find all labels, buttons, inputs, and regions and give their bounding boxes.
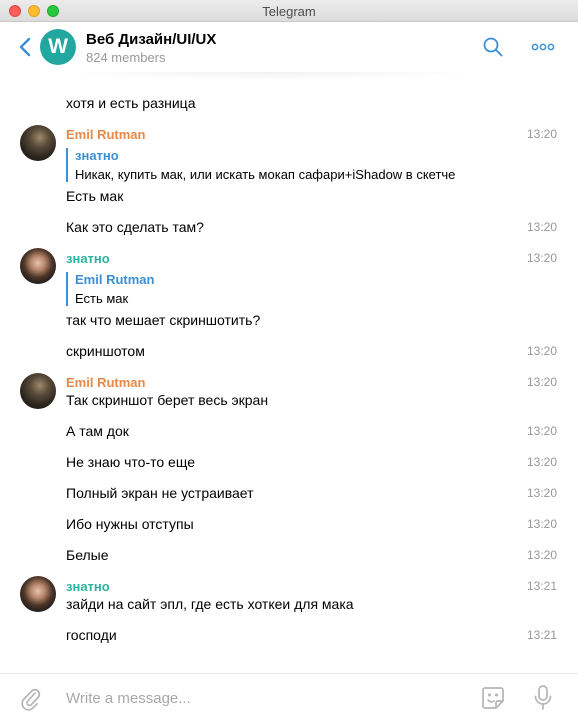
search-icon[interactable] bbox=[482, 36, 504, 58]
message-time: 13:20 bbox=[526, 517, 557, 531]
group-avatar[interactable]: W bbox=[40, 29, 76, 65]
sticker-icon[interactable] bbox=[480, 685, 506, 711]
window-title: Telegram bbox=[262, 4, 316, 19]
message-sender[interactable]: Emil Rutman bbox=[66, 127, 145, 142]
message-input[interactable] bbox=[66, 686, 456, 710]
message-sender[interactable]: знатно bbox=[66, 251, 110, 266]
message-time: 13:20 bbox=[526, 220, 557, 234]
avatar[interactable] bbox=[20, 576, 56, 612]
header-shadow bbox=[60, 72, 480, 80]
window-titlebar: Telegram bbox=[0, 0, 578, 22]
message-time: 13:20 bbox=[526, 251, 557, 265]
message-list[interactable]: хотя и есть разница Emil Rutman 13:20 зн… bbox=[0, 80, 578, 673]
member-count: 824 members bbox=[86, 50, 166, 65]
quote-text: Никак, купить мак, или искать мокап сафа… bbox=[75, 167, 456, 182]
reply-quote[interactable]: Emil Rutman Есть мак bbox=[66, 272, 154, 306]
message-text[interactable]: скриншотом bbox=[66, 343, 145, 359]
message-time: 13:20 bbox=[526, 424, 557, 438]
message-text[interactable]: Как это сделать там? bbox=[66, 219, 204, 235]
avatar[interactable] bbox=[20, 248, 56, 284]
message-text[interactable]: Ибо нужны отступы bbox=[66, 516, 194, 532]
avatar[interactable] bbox=[20, 125, 56, 161]
quote-author: знатно bbox=[75, 148, 119, 163]
message-text[interactable]: Не знаю что-то еще bbox=[66, 454, 195, 470]
message-text[interactable]: Так скриншот берет весь экран bbox=[66, 392, 268, 408]
quote-text: Есть мак bbox=[75, 291, 129, 306]
avatar[interactable] bbox=[20, 373, 56, 409]
message-time: 13:20 bbox=[526, 486, 557, 500]
more-dots-icon[interactable] bbox=[531, 36, 555, 58]
quote-author: Emil Rutman bbox=[75, 272, 155, 287]
message-text[interactable]: Белые bbox=[66, 547, 109, 563]
message-time: 13:21 bbox=[526, 628, 557, 642]
message-time: 13:20 bbox=[526, 375, 557, 389]
chat-header: W Веб Дизайн/UI/UX 824 members bbox=[0, 22, 578, 72]
chat-title[interactable]: Веб Дизайн/UI/UX bbox=[86, 31, 216, 48]
message-sender[interactable]: Emil Rutman bbox=[66, 375, 145, 390]
chevron-left-icon[interactable] bbox=[16, 36, 36, 58]
message-text[interactable]: зайди на сайт эпл, где есть хоткеи для м… bbox=[66, 596, 354, 612]
message-composer bbox=[0, 673, 578, 722]
message-time: 13:20 bbox=[526, 548, 557, 562]
message-text[interactable]: Полный экран не устраивает bbox=[66, 485, 254, 501]
message-time: 13:20 bbox=[526, 344, 557, 358]
message-sender[interactable]: знатно bbox=[66, 579, 110, 594]
message-time: 13:20 bbox=[526, 455, 557, 469]
microphone-icon[interactable] bbox=[532, 684, 554, 712]
message-time: 13:20 bbox=[526, 127, 557, 141]
paperclip-icon[interactable] bbox=[18, 685, 42, 711]
message-text[interactable]: так что мешает скриншотить? bbox=[66, 312, 260, 328]
message-text[interactable]: хотя и есть разница bbox=[66, 95, 196, 111]
message-time: 13:21 bbox=[526, 579, 557, 593]
reply-quote[interactable]: знатно Никак, купить мак, или искать мок… bbox=[66, 148, 455, 182]
message-text[interactable]: господи bbox=[66, 627, 117, 643]
message-text[interactable]: Есть мак bbox=[66, 188, 123, 204]
message-text[interactable]: А там док bbox=[66, 423, 129, 439]
